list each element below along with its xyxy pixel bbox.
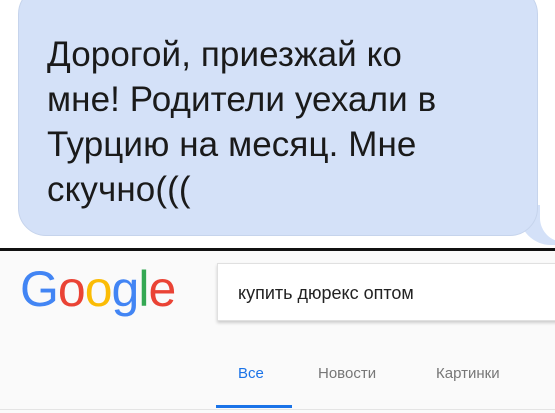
tab-news[interactable]: Новости	[318, 365, 376, 382]
logo-letter-o1: o	[57, 261, 86, 317]
search-query-text: купить дюрекс оптом	[238, 283, 414, 303]
message-line: мне! Родители уехали в	[47, 80, 437, 119]
tabs-divider	[0, 409, 555, 410]
message-text: Дорогой, приезжай ко мне! Родители уехали…	[47, 32, 517, 212]
logo-letter-g2: g	[111, 261, 140, 317]
message-line: скучно(((	[47, 170, 191, 209]
logo-letter-o2: o	[84, 261, 113, 317]
message-line: Дорогой, приезжай ко	[47, 35, 402, 74]
google-search-panel: Google купить дюрекс оптом Все Новости К…	[0, 251, 555, 413]
search-tabs: Все Новости Картинки	[0, 351, 555, 411]
message-line: Турцию на месяц. Мне	[47, 125, 417, 164]
search-input[interactable]: купить дюрекс оптом	[217, 263, 555, 321]
message-panel: Дорогой, приезжай ко мне! Родители уехали…	[0, 0, 555, 248]
google-logo[interactable]: Google	[20, 259, 176, 319]
logo-letter-g: G	[20, 261, 59, 317]
tab-all[interactable]: Все	[238, 365, 264, 382]
active-tab-indicator	[216, 405, 292, 408]
logo-letter-l: l	[138, 261, 149, 317]
logo-letter-e: e	[148, 261, 176, 317]
tab-images[interactable]: Картинки	[436, 365, 500, 382]
